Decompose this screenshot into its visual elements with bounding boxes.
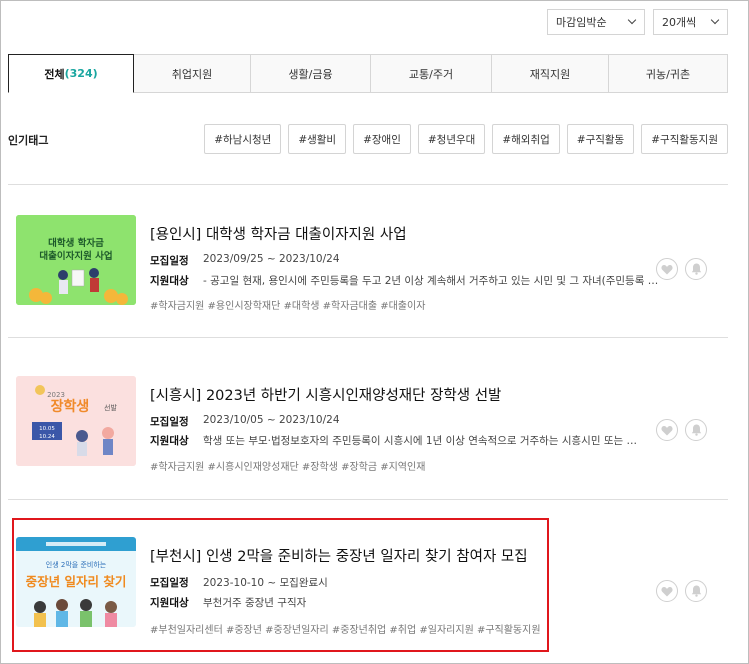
item-hashtags: #학자금지원 #시흥시인재양성재단 #장학생 #장학금 #지역인재 bbox=[150, 462, 426, 473]
favorite-button[interactable] bbox=[656, 580, 678, 602]
tab-label: 취업지원 bbox=[171, 67, 213, 81]
thumb-text: 10.05 bbox=[39, 426, 55, 432]
tab-all[interactable]: 전체 (324) bbox=[8, 54, 134, 93]
tab-job-support[interactable]: 재직지원 bbox=[492, 54, 609, 93]
selection-highlight-box bbox=[12, 518, 549, 652]
tag-chip[interactable]: #구직활동 bbox=[566, 124, 635, 154]
thumb-text: 대출이자지원 사업 bbox=[39, 250, 112, 262]
favorite-button[interactable] bbox=[656, 258, 678, 280]
heart-icon bbox=[661, 586, 673, 596]
item-schedule: 모집일정 2023/09/25 ~ 2023/10/24 bbox=[150, 253, 683, 268]
tab-label: 재직지원 bbox=[529, 67, 571, 81]
tag-chip[interactable]: #청년우대 bbox=[417, 124, 486, 154]
bell-icon bbox=[691, 424, 701, 436]
alarm-button[interactable] bbox=[685, 419, 707, 441]
thumb-text: 장학생 bbox=[51, 398, 90, 415]
list-item: 대학생 학자금 대출이자지원 사업 [용인시] 대학생 학자금 대출이자지원 사… bbox=[8, 215, 723, 325]
tag-chip[interactable]: #해외취업 bbox=[492, 124, 560, 154]
target-label: 지원대상 bbox=[150, 275, 189, 287]
schedule-value: 2023/10/05 ~ 2023/10/24 bbox=[203, 414, 340, 426]
sort-controls: 마감임박순 20개씩 bbox=[547, 9, 728, 35]
popular-tags-title: 인기태그 bbox=[8, 134, 49, 147]
tab-living-finance[interactable]: 생활/금융 bbox=[251, 54, 371, 93]
thumb-text: 대학생 학자금 bbox=[48, 237, 104, 249]
tab-count: (324) bbox=[64, 67, 98, 80]
item-thumbnail[interactable]: 대학생 학자금 대출이자지원 사업 bbox=[16, 215, 136, 305]
alarm-button[interactable] bbox=[685, 258, 707, 280]
item-hashtags: #학자금지원 #용인시장학재단 #대학생 #학자금대출 #대출이자 bbox=[150, 301, 426, 312]
list-item: 2023 장학생 선발 10.05 10.24 [시흥시] 2023년 하반기 … bbox=[8, 376, 723, 486]
target-value: - 공고일 현재, 용인시에 주민등록을 두고 2년 이상 계속해서 거주하고 … bbox=[203, 275, 659, 287]
tag-chip[interactable]: #생활비 bbox=[288, 124, 347, 154]
tag-chip[interactable]: #장애인 bbox=[353, 124, 411, 154]
item-thumbnail[interactable]: 2023 장학생 선발 10.05 10.24 bbox=[16, 376, 136, 466]
divider bbox=[8, 337, 728, 338]
chevron-down-icon bbox=[627, 15, 637, 25]
schedule-label: 모집일정 bbox=[150, 416, 189, 428]
tab-label: 생활/금융 bbox=[288, 67, 333, 81]
tab-label: 귀농/귀촌 bbox=[645, 67, 691, 81]
thumb-text: 10.24 bbox=[39, 434, 55, 440]
item-title[interactable]: [용인시] 대학생 학자금 대출이자지원 사업 bbox=[150, 223, 407, 244]
item-target: 지원대상 - 공고일 현재, 용인시에 주민등록을 두고 2년 이상 계속해서 … bbox=[150, 273, 683, 288]
tab-employment[interactable]: 취업지원 bbox=[134, 54, 251, 93]
tab-label: 교통/주거 bbox=[408, 67, 454, 81]
favorite-button[interactable] bbox=[656, 419, 678, 441]
target-label: 지원대상 bbox=[150, 435, 189, 447]
item-target: 지원대상 학생 또는 부모·법정보호자의 주민등록이 시흥시에 1년 이상 연속… bbox=[150, 433, 683, 448]
item-schedule: 모집일정 2023/10/05 ~ 2023/10/24 bbox=[150, 414, 683, 429]
tab-rural-return[interactable]: 귀농/귀촌 bbox=[609, 54, 728, 93]
category-tabs: 전체 (324) 취업지원 생활/금융 교통/주거 재직지원 귀농/귀촌 bbox=[8, 54, 728, 93]
bell-icon bbox=[691, 263, 701, 275]
per-page-select[interactable]: 20개씩 bbox=[653, 9, 728, 35]
tab-transport-housing[interactable]: 교통/주거 bbox=[371, 54, 492, 93]
heart-icon bbox=[661, 425, 673, 435]
sort-order-value: 마감임박순 bbox=[556, 16, 607, 29]
schedule-label: 모집일정 bbox=[150, 255, 189, 267]
item-title[interactable]: [시흥시] 2023년 하반기 시흥시인재양성재단 장학생 선발 bbox=[150, 384, 501, 405]
tag-chip[interactable]: #구직활동지원 bbox=[641, 124, 728, 154]
divider bbox=[8, 184, 728, 185]
thumb-text: 2023 bbox=[47, 391, 65, 399]
per-page-value: 20개씩 bbox=[662, 16, 697, 29]
tag-chip[interactable]: #하남시청년 bbox=[204, 124, 282, 154]
sort-order-select[interactable]: 마감임박순 bbox=[547, 9, 645, 35]
divider bbox=[8, 499, 728, 500]
schedule-value: 2023/09/25 ~ 2023/10/24 bbox=[203, 253, 340, 265]
target-value: 학생 또는 부모·법정보호자의 주민등록이 시흥시에 1년 이상 연속적으로 거… bbox=[203, 435, 637, 447]
popular-tags: 인기태그 #하남시청년 #생활비 #장애인 #청년우대 #해외취업 #구직활동 … bbox=[8, 124, 728, 155]
alarm-button[interactable] bbox=[685, 580, 707, 602]
bell-icon bbox=[691, 585, 701, 597]
tab-label: 전체 bbox=[44, 67, 65, 81]
thumb-text: 선발 bbox=[104, 403, 117, 412]
chevron-down-icon bbox=[710, 15, 720, 25]
heart-icon bbox=[661, 264, 673, 274]
